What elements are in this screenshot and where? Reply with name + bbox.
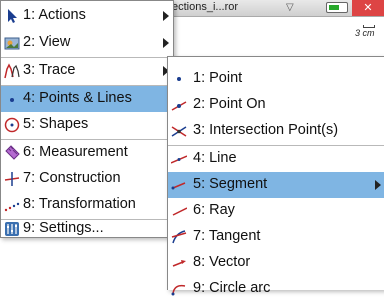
submenu-item-label: 1: Point (193, 70, 243, 86)
submenu-item-label: 4: Line (193, 150, 237, 166)
battery-icon (326, 2, 348, 13)
intersection-icon (171, 126, 187, 137)
submenu-item-point[interactable]: 1: Point (168, 66, 384, 92)
menu-item-label: 1: Actions (23, 7, 86, 23)
segment-icon (171, 182, 186, 190)
submenu-item-label: 2: Point On (193, 96, 266, 112)
submenu-arrow-icon (375, 180, 381, 190)
submenu-arrow-icon (163, 11, 169, 21)
submenu-item-label: 7: Tangent (193, 228, 261, 244)
menu-item-label: 5: Shapes (23, 116, 89, 132)
point-icon (10, 98, 14, 102)
ruler-icon (5, 145, 20, 160)
menu-item-trace[interactable]: 3: Trace (1, 58, 173, 84)
submenu-item-tangent[interactable]: 7: Tangent (168, 224, 384, 250)
document-title[interactable]: ections_i...ror (172, 1, 238, 13)
view-icon (4, 37, 20, 50)
menu-item-transformation[interactable]: 8: Transformation (1, 192, 173, 218)
submenu-item-label: 6: Ray (193, 202, 235, 218)
menu-item-construction[interactable]: 7: Construction (1, 166, 173, 192)
pointer-arrow-icon (8, 9, 17, 23)
submenu-arrow-icon (163, 38, 169, 48)
submenu-item-circle-arc[interactable]: 9: Circle arc (168, 276, 384, 302)
menu-item-settings[interactable]: 9: Settings... (1, 220, 173, 237)
settings-icon (5, 222, 19, 236)
tangent-icon (171, 230, 187, 244)
trace-icon (4, 63, 20, 79)
chevron-down-icon[interactable]: ▽ (286, 2, 294, 13)
submenu-item-label: 5: Segment (193, 176, 268, 192)
point-on-icon (171, 101, 187, 111)
circle-shape-icon (4, 117, 20, 133)
submenu-item-intersection[interactable]: 3: Intersection Point(s) (168, 118, 384, 144)
menu-item-label: 2: View (23, 34, 71, 50)
menu-item-label: 4: Points & Lines (23, 90, 132, 106)
submenu-item-label: 9: Circle arc (193, 280, 271, 296)
circle-arc-icon (171, 284, 186, 296)
submenu-item-label: 8: Vector (193, 254, 251, 270)
menu-item-measurement[interactable]: 6: Measurement (1, 140, 173, 166)
menu-item-view[interactable]: 2: View (1, 30, 173, 56)
menu-item-label: 7: Construction (23, 170, 121, 186)
menu-item-label: 8: Transformation (23, 196, 136, 212)
menu-item-actions[interactable]: 1: Actions (1, 3, 173, 29)
submenu-item-line[interactable]: 4: Line (168, 146, 384, 172)
points-lines-submenu: 1: Point 2: Point On 3: Intersection Poi… (167, 56, 384, 296)
menu-item-label: 9: Settings... (23, 220, 104, 236)
submenu-item-segment[interactable]: 5: Segment (168, 172, 384, 198)
ray-icon (172, 207, 187, 216)
submenu-item-point-on[interactable]: 2: Point On (168, 92, 384, 118)
main-menu: 1: Actions 2: View 3: Trace 4: Points & … (0, 0, 174, 238)
close-button[interactable]: ✕ (352, 0, 384, 16)
transformation-icon (4, 202, 20, 212)
point-icon (177, 77, 181, 81)
menu-item-points-lines[interactable]: 4: Points & Lines (1, 86, 173, 112)
line-icon (171, 155, 187, 164)
submenu-item-label: 3: Intersection Point(s) (193, 122, 339, 138)
menu-item-label: 6: Measurement (23, 144, 128, 160)
scale-label: 3 cm (355, 28, 375, 38)
submenu-item-vector[interactable]: 8: Vector (168, 250, 384, 276)
menu-item-label: 3: Trace (23, 62, 76, 78)
menu-item-shapes[interactable]: 5: Shapes (1, 112, 173, 138)
submenu-item-ray[interactable]: 6: Ray (168, 198, 384, 224)
construction-icon (4, 172, 20, 186)
vector-icon (172, 260, 186, 267)
